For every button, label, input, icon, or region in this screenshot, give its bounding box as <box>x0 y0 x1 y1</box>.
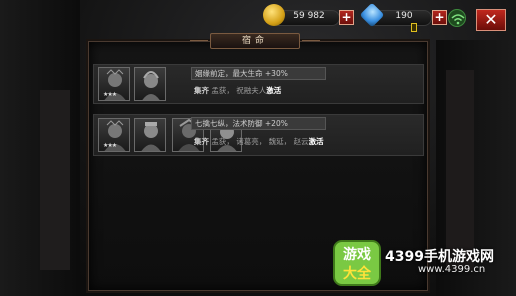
hero-portrait[interactable]: ★★★ <box>98 118 130 152</box>
add-gold-button[interactable]: + <box>339 10 354 25</box>
hero-portrait[interactable] <box>134 67 166 101</box>
gem-value: 190 <box>395 11 413 21</box>
bond-effect: 姻缘前定，最大生命 +30% <box>191 67 326 80</box>
panel-title: 宿命 <box>210 33 300 49</box>
watermark-brand: 4399手机游戏网 <box>385 249 494 265</box>
watermark-logo-top: 游戏 <box>343 246 371 263</box>
hero-portrait[interactable] <box>134 118 166 152</box>
watermark-logo-bottom: 大全 <box>343 265 372 282</box>
close-button[interactable]: ✕ <box>476 9 506 31</box>
req-hero: 孟获 <box>211 86 227 95</box>
pillar-left <box>40 90 70 270</box>
top-hud: 59 982 + 190 + ✕ <box>0 0 516 34</box>
battery-icon <box>411 23 417 32</box>
req-hero: 赵云 <box>293 137 309 146</box>
add-gem-button[interactable]: + <box>432 10 447 25</box>
title-ornament-right <box>302 40 320 41</box>
req-label: 集齐 <box>194 137 209 146</box>
watermark-logo: 游戏 大全 <box>332 237 384 289</box>
bond-status: 激活 <box>266 86 282 95</box>
bond-effect: 七擒七纵，法术防御 +20% <box>191 117 326 130</box>
bond-requirement: 集齐 孟获， 诸葛亮， 魏延， 赵云激活 <box>194 137 324 146</box>
star-rating: ★★★ <box>103 91 117 98</box>
req-hero: 魏延 <box>268 137 284 146</box>
req-hero: 祝融夫人 <box>236 86 267 95</box>
star-rating: ★★★ <box>103 142 117 149</box>
req-hero: 孟获 <box>211 137 227 146</box>
bond-requirement: 集齐 孟获， 祝融夫人激活 <box>194 86 282 95</box>
watermark-url: www.4399.cn <box>418 264 486 275</box>
req-label: 集齐 <box>194 86 209 95</box>
pillar-right <box>446 70 474 270</box>
gold-coin-icon <box>263 4 285 26</box>
bond-status: 激活 <box>308 137 324 146</box>
req-hero: 诸葛亮 <box>236 137 259 146</box>
hero-portrait[interactable]: ★★★ <box>98 67 130 101</box>
title-ornament-left <box>190 40 208 41</box>
gold-value: 59 982 <box>293 11 325 21</box>
wifi-icon <box>448 9 466 27</box>
